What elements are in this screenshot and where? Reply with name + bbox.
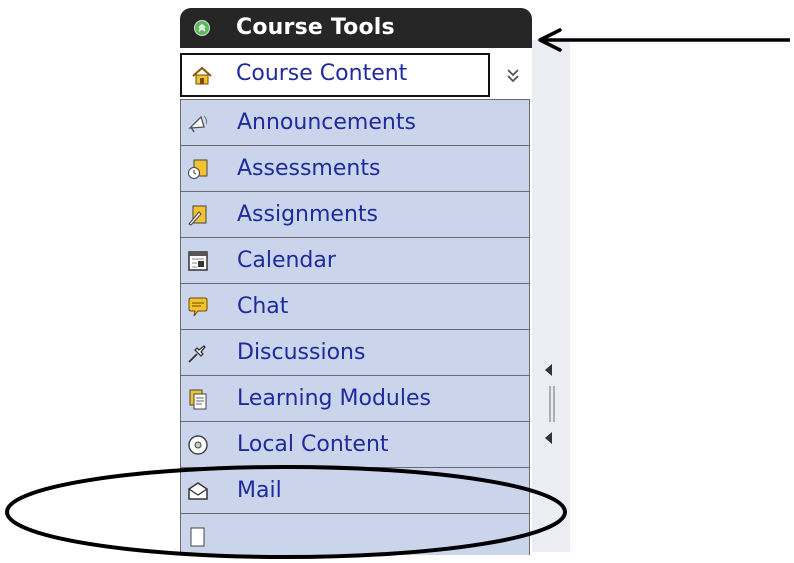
- menu-item-label: Chat: [237, 294, 289, 319]
- course-tools-title: Course Tools: [236, 15, 395, 40]
- assessment-clock-icon: [187, 158, 209, 180]
- menu-item-chat[interactable]: Chat: [180, 283, 530, 329]
- chat-bubble-icon: [187, 296, 209, 318]
- megaphone-icon: [187, 112, 209, 134]
- menu-item-label: Learning Modules: [237, 386, 431, 411]
- collapse-left-icon: [545, 432, 552, 444]
- expand-menu-button[interactable]: [494, 55, 530, 99]
- disc-icon: [187, 434, 209, 456]
- menu-item-discussions[interactable]: Discussions: [180, 329, 530, 375]
- collapse-left-icon: [545, 364, 552, 376]
- menu-item-label: Discussions: [237, 340, 366, 365]
- menu-item-label: Assignments: [237, 202, 378, 227]
- course-tools-header[interactable]: Course Tools: [180, 8, 532, 48]
- home-icon: [191, 65, 213, 87]
- menu-item-label: Announcements: [237, 110, 416, 135]
- collapse-up-icon[interactable]: [194, 20, 210, 36]
- double-chevron-down-icon: [507, 69, 519, 83]
- documents-icon: [187, 388, 209, 410]
- menu-item-calendar[interactable]: Calendar: [180, 237, 530, 283]
- menu-item-learning-modules[interactable]: Learning Modules: [180, 375, 530, 421]
- menu-item-announcements[interactable]: Announcements: [180, 99, 530, 145]
- menu-item-label: Course Content: [236, 61, 408, 86]
- menu-item-label: Local Content: [237, 432, 389, 457]
- menu-item-label: Assessments: [237, 156, 381, 181]
- menu-item-assignments[interactable]: Assignments: [180, 191, 530, 237]
- menu-item-local-content[interactable]: Local Content: [180, 421, 530, 467]
- annotation-ellipse: [5, 465, 567, 559]
- menu-item-label: Calendar: [237, 248, 336, 273]
- panel-splitter-handle[interactable]: [542, 360, 562, 450]
- menu-item-course-content[interactable]: Course Content: [180, 53, 490, 97]
- pushpin-icon: [187, 342, 209, 364]
- menu-item-assessments[interactable]: Assessments: [180, 145, 530, 191]
- assignment-icon: [187, 204, 209, 226]
- calendar-icon: [187, 250, 209, 272]
- annotation-arrow: [538, 28, 790, 52]
